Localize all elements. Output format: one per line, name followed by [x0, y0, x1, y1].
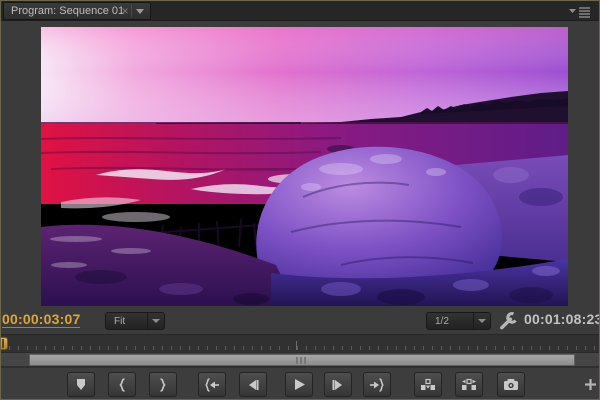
- tab-bar: Program: Sequence 01 ×: [1, 1, 599, 21]
- marker-icon: [74, 378, 88, 391]
- camera-icon: [503, 378, 519, 391]
- plus-icon: [584, 378, 597, 391]
- ruler-center-tick: [296, 341, 297, 350]
- play-icon: [293, 378, 306, 391]
- scrollbar-grip: [296, 357, 308, 364]
- playhead-marker[interactable]: [0, 337, 8, 350]
- step-forward-icon: [331, 379, 345, 391]
- chevron-down-icon[interactable]: [147, 313, 164, 329]
- go-to-in-icon: [204, 378, 220, 392]
- transport-bar: [1, 367, 600, 400]
- button-editor-button[interactable]: [581, 374, 599, 394]
- ruler-ticks: [1, 346, 600, 350]
- extract-icon: [461, 378, 477, 391]
- duration-timecode: 00:01:08:23: [524, 311, 600, 327]
- panel-menu-icon[interactable]: [569, 5, 591, 17]
- zoom-level-value: Fit: [106, 316, 147, 327]
- chevron-down-icon[interactable]: [473, 313, 490, 329]
- current-timecode[interactable]: 00:00:03:07: [2, 311, 80, 328]
- playback-resolution-select[interactable]: 1/2: [426, 312, 491, 330]
- mark-out-icon: [156, 378, 170, 392]
- mark-in-button[interactable]: [108, 372, 136, 397]
- go-to-out-icon: [369, 378, 385, 392]
- go-to-in-button[interactable]: [198, 372, 226, 397]
- extract-button[interactable]: [455, 372, 483, 397]
- mark-out-button[interactable]: [149, 372, 177, 397]
- scrollbar-thumb[interactable]: [29, 354, 575, 366]
- close-icon[interactable]: ×: [119, 4, 131, 18]
- mini-timeline-ruler[interactable]: [1, 334, 600, 352]
- program-monitor-panel: Program: Sequence 01 ×: [0, 0, 600, 400]
- step-forward-button[interactable]: [324, 372, 352, 397]
- step-back-button[interactable]: [239, 372, 267, 397]
- go-to-out-button[interactable]: [363, 372, 391, 397]
- wrench-icon[interactable]: [497, 311, 519, 331]
- add-marker-button[interactable]: [67, 372, 95, 397]
- lift-icon: [420, 378, 436, 391]
- mark-in-icon: [115, 378, 129, 392]
- step-back-icon: [246, 379, 260, 391]
- horizontal-scrollbar[interactable]: [1, 352, 600, 367]
- export-frame-button[interactable]: [497, 372, 525, 397]
- tab-label: Program: Sequence 01: [11, 5, 124, 17]
- zoom-level-select[interactable]: Fit: [105, 312, 165, 330]
- play-button[interactable]: [285, 372, 313, 397]
- video-preview[interactable]: [41, 27, 568, 306]
- tab-divider: [131, 5, 132, 17]
- monitor-controls-row: 00:00:03:07 Fit 1/2 00:01:08:23: [1, 307, 600, 334]
- lift-button[interactable]: [414, 372, 442, 397]
- playback-resolution-value: 1/2: [427, 316, 473, 327]
- chevron-down-icon[interactable]: [136, 9, 144, 14]
